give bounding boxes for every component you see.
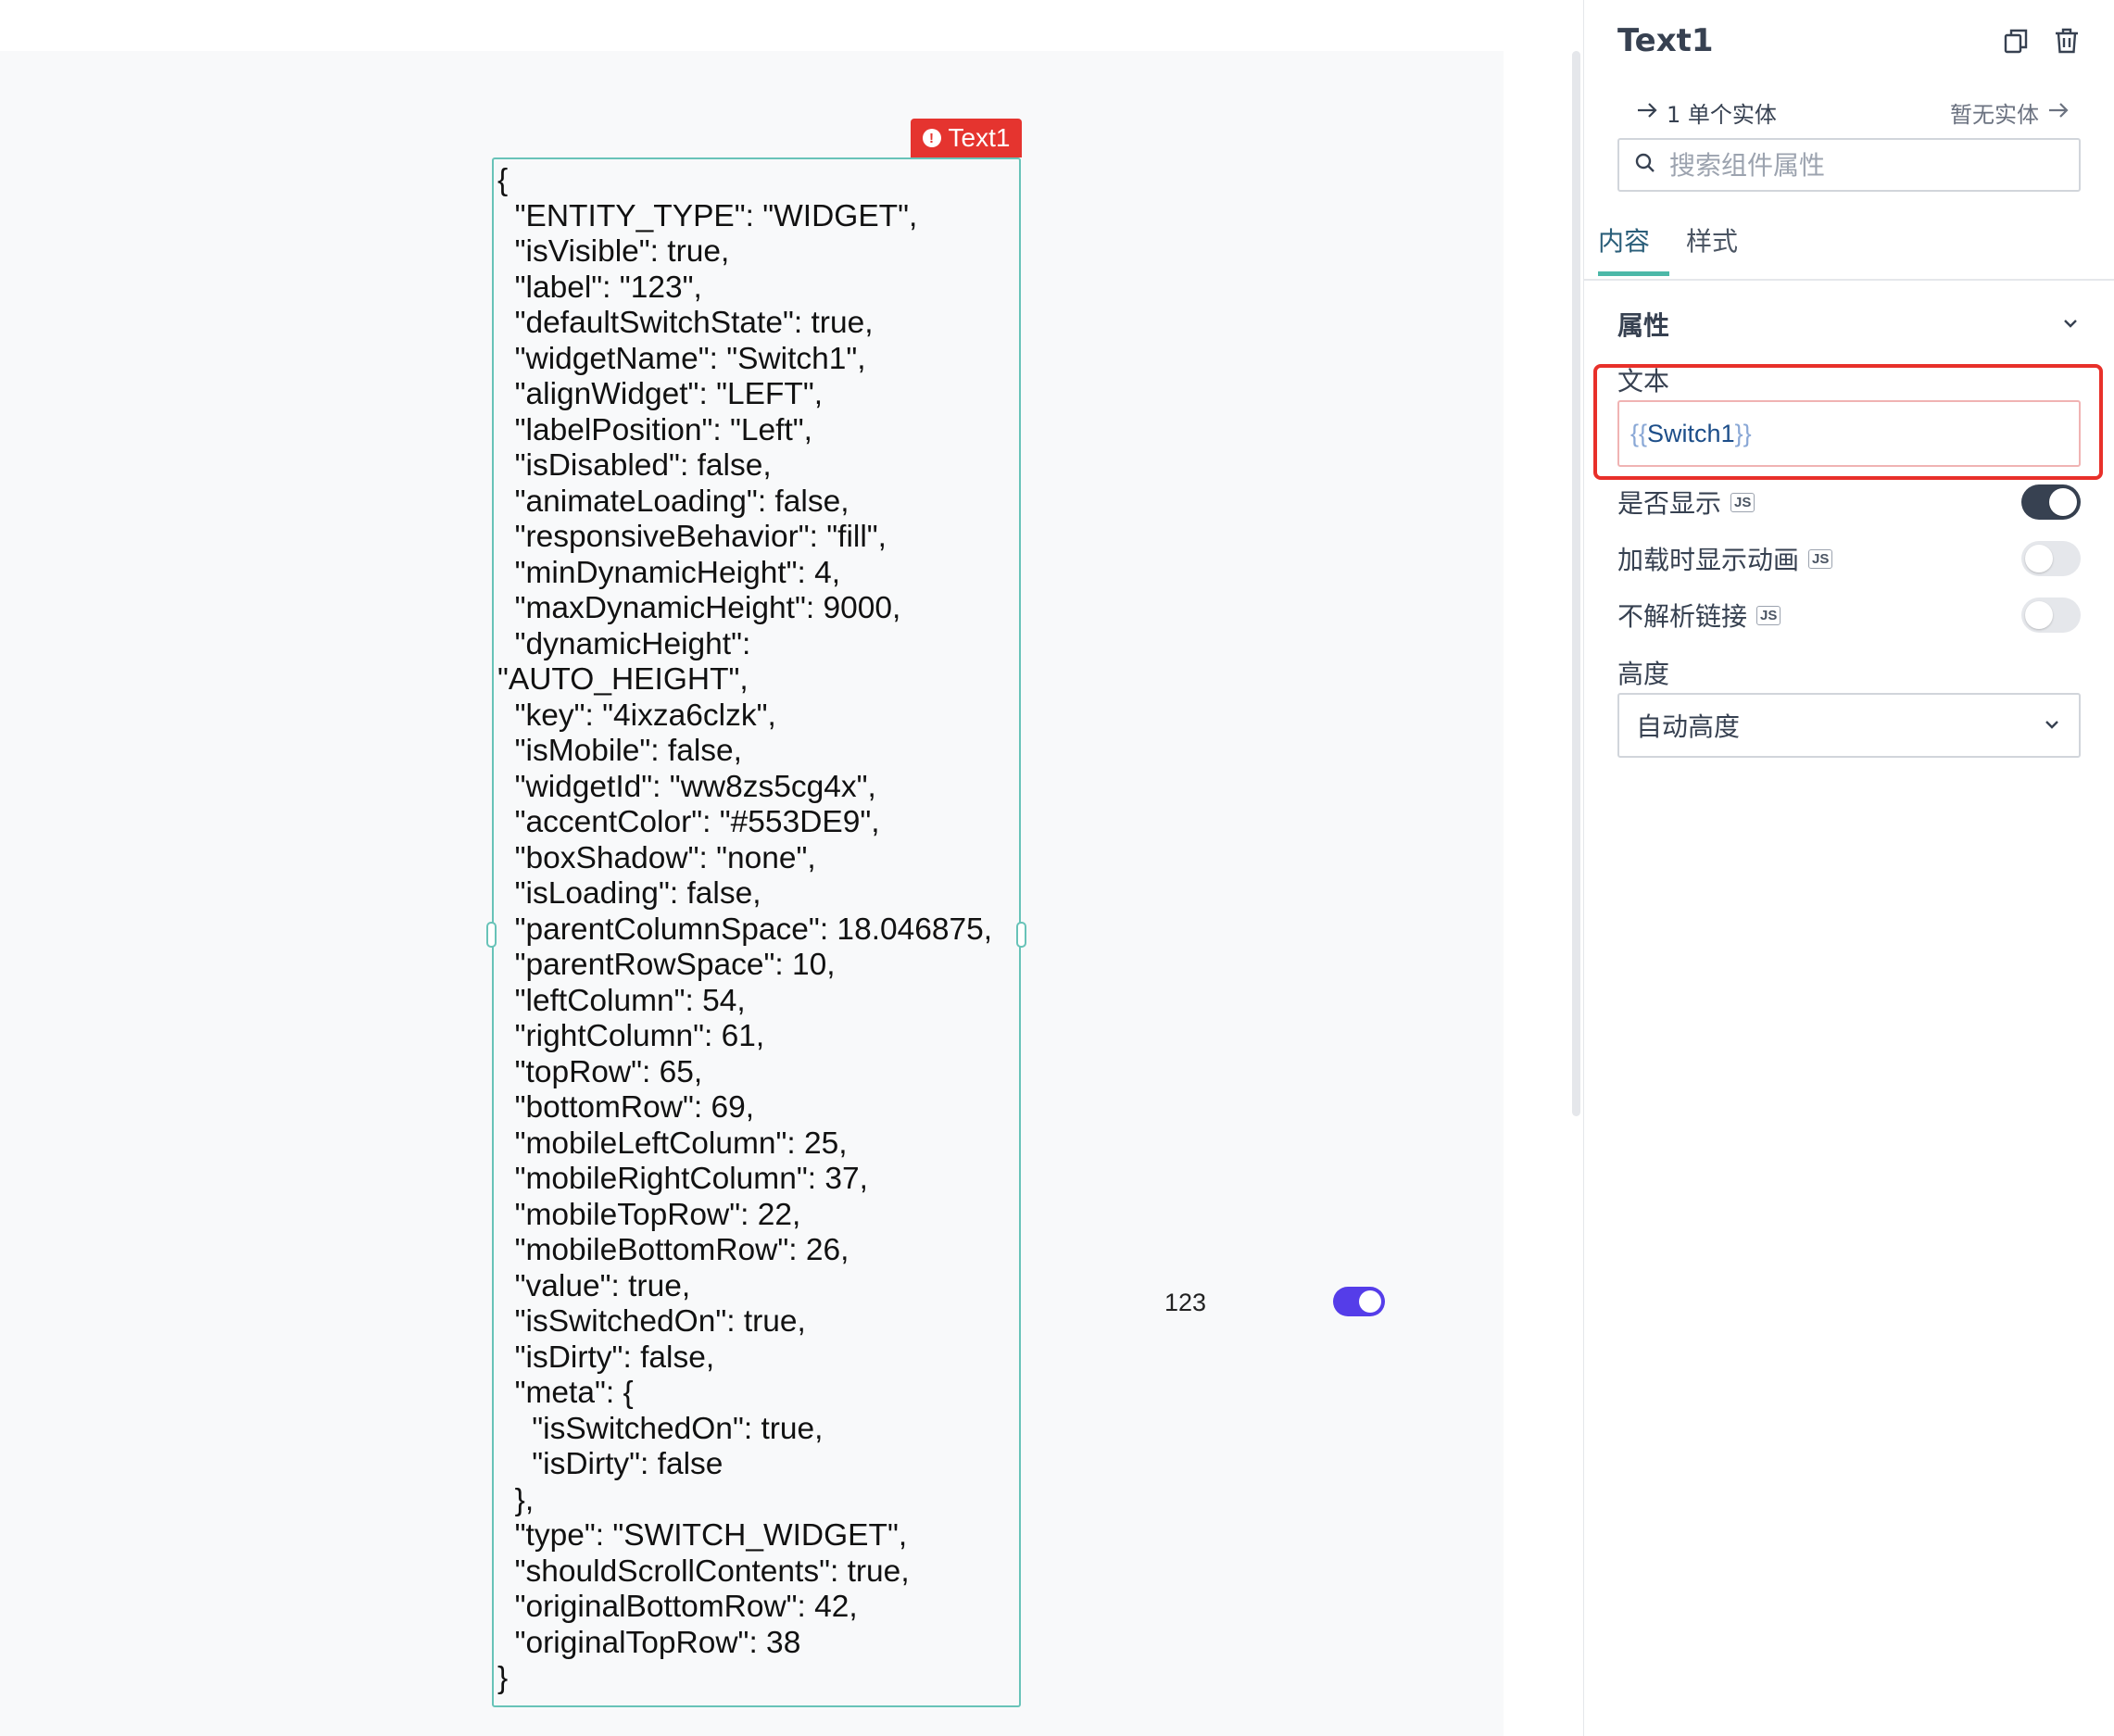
toggle-animate-loading[interactable] [2021,541,2081,576]
tab-content[interactable]: 内容 [1598,221,1650,258]
switch-widget-toggle[interactable] [1333,1287,1385,1316]
text-property-input[interactable]: {{Switch1}} [1617,400,2081,467]
toggle-disable-link[interactable] [2021,598,2081,633]
toggle-label-disable-link: 不解析链接 [1617,601,1748,632]
js-toggle-button[interactable]: JS [1730,492,1755,512]
tab-style[interactable]: 样式 [1686,221,1738,258]
active-tab-indicator [1598,271,1669,276]
text-widget-content: { "ENTITY_TYPE": "WIDGET", "isVisible": … [497,163,993,1695]
pane-tabs: 内容 样式 [1584,218,2114,281]
height-select-value: 自动高度 [1636,711,1741,742]
js-toggle-button[interactable]: JS [1808,548,1833,569]
switch-knob [1359,1290,1381,1313]
toggle-row-visible: 是否显示 JS [1617,482,2081,522]
entity-nav-right-label: 暂无实体 [1950,102,2039,128]
resize-handle-right[interactable] [1016,922,1026,948]
entity-nav-left-label: 1 单个实体 [1667,102,1777,128]
property-search-input[interactable] [1667,148,2079,182]
resize-handle-left[interactable] [486,922,497,948]
text-field-label: 文本 [1617,366,1670,396]
arrow-right-icon [2046,98,2070,128]
entity-nav-right[interactable]: 暂无实体 [1950,96,2070,129]
pane-title: Text1 [1617,22,1714,59]
arrow-right-icon [1635,98,1659,128]
entity-nav-left[interactable]: 1 单个实体 [1635,96,1777,129]
chevron-down-icon [2042,711,2062,741]
js-toggle-button[interactable]: JS [1756,605,1781,625]
widget-name-label: Text1 [948,123,1011,152]
toggle-row-animate-loading: 加载时显示动画 JS [1617,538,2081,579]
toggle-visible[interactable] [2021,484,2081,520]
copy-icon[interactable] [2001,26,2031,56]
toggle-label-visible: 是否显示 [1617,488,1722,519]
text-widget[interactable]: { "ENTITY_TYPE": "WIDGET", "isVisible": … [492,157,1021,1707]
binding-value: Switch1 [1647,419,1735,447]
trash-icon[interactable] [2052,26,2082,56]
height-select[interactable]: 自动高度 [1617,693,2081,758]
switch-widget-label: 123 [1164,1289,1207,1316]
toggle-row-disable-link: 不解析链接 JS [1617,595,2081,635]
warning-icon: ! [922,129,941,147]
section-properties[interactable]: 属性 [1617,306,2081,343]
widget-name-tag[interactable]: ! Text1 [911,119,1022,157]
canvas-scrollbar[interactable] [1572,51,1580,1116]
binding-open-brace: {{ [1630,419,1648,447]
chevron-down-icon [2060,309,2081,340]
height-field-label: 高度 [1617,659,1670,689]
section-title: 属性 [1617,310,1670,341]
search-icon [1634,152,1656,178]
toggle-label-animate-loading: 加载时显示动画 [1617,545,1800,575]
property-pane: Text1 1 单个实体 暂无实体 内容 样式 属性 [1583,0,2114,1736]
binding-close-brace: }} [1734,419,1752,447]
property-search[interactable] [1617,138,2081,192]
